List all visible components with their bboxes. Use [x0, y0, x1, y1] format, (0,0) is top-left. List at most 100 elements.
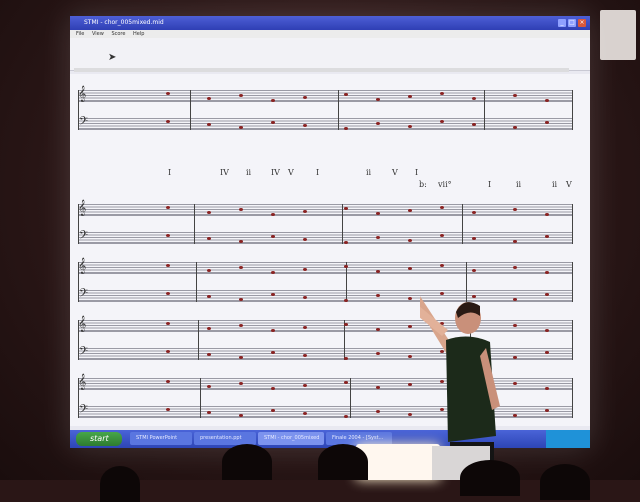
note-head: [166, 92, 170, 95]
menu-view[interactable]: View: [92, 31, 104, 37]
note-head: [303, 210, 307, 213]
system-tray: [546, 430, 590, 448]
measure-barline: [462, 204, 463, 244]
note-head: [440, 206, 444, 209]
note-head: [207, 237, 211, 240]
taskbar-item[interactable]: STMI - chor_005mixed: [258, 432, 324, 445]
note-head: [545, 329, 549, 332]
measure-barline: [196, 262, 197, 302]
note-head: [207, 269, 211, 272]
mouse-cursor-icon: ➤: [108, 52, 117, 63]
measure-barline: [572, 378, 573, 418]
analysis-label: V: [392, 168, 398, 177]
note-head: [545, 387, 549, 390]
note-head: [513, 382, 517, 385]
menu-file[interactable]: File: [76, 31, 84, 37]
measure-barline: [572, 204, 573, 244]
note-head: [303, 384, 307, 387]
note-head: [545, 99, 549, 102]
measure-barline: [572, 90, 573, 130]
laptop-screen-glow: [356, 444, 440, 480]
measure-barline: [194, 204, 195, 244]
note-head: [440, 92, 444, 95]
analysis-label: I: [488, 180, 492, 189]
note-head: [271, 213, 275, 216]
audience-head: [540, 464, 590, 500]
close-icon[interactable]: ×: [578, 19, 586, 27]
note-head: [166, 292, 170, 295]
audience-head: [460, 460, 520, 496]
note-head: [239, 266, 243, 269]
note-head: [271, 121, 275, 124]
note-head: [513, 126, 517, 129]
note-head: [239, 324, 243, 327]
note-head: [166, 234, 170, 237]
note-head: [344, 207, 348, 210]
bass-clef-icon: 𝄢: [79, 287, 89, 303]
analysis-label: ii: [552, 180, 558, 189]
note-head: [408, 239, 412, 242]
treble-clef-icon: 𝄞: [78, 316, 87, 332]
taskbar-item[interactable]: STMI PowerPoint: [130, 432, 192, 445]
note-head: [513, 94, 517, 97]
analysis-label: vii°: [438, 180, 452, 189]
menu-bar: File View Score Help: [70, 30, 590, 38]
analysis-label: IV: [271, 168, 280, 177]
bass-staff: [78, 232, 572, 244]
note-head: [271, 293, 275, 296]
analysis-label: V: [566, 180, 572, 189]
treble-clef-icon: 𝄞: [78, 200, 87, 216]
measure-barline: [190, 90, 191, 130]
note-head: [376, 98, 380, 101]
minimize-icon[interactable]: _: [558, 19, 566, 27]
analysis-label: ii: [516, 180, 522, 189]
note-head: [408, 325, 412, 328]
note-head: [239, 208, 243, 211]
note-head: [376, 352, 380, 355]
horizontal-scrollbar[interactable]: [74, 68, 569, 72]
note-head: [344, 323, 348, 326]
note-head: [408, 297, 412, 300]
note-head: [408, 267, 412, 270]
note-head: [376, 294, 380, 297]
start-button[interactable]: start: [76, 432, 122, 446]
note-head: [344, 299, 348, 302]
score-view: I IV ii IV V I ii V I I ii ii V b: vii° …: [70, 74, 590, 426]
bass-clef-icon: 𝄢: [79, 345, 89, 361]
toolbar-area: [70, 38, 590, 71]
maximize-icon[interactable]: □: [568, 19, 576, 27]
note-head: [545, 351, 549, 354]
note-head: [344, 93, 348, 96]
note-head: [513, 414, 517, 417]
note-head: [239, 298, 243, 301]
measure-barline: [572, 320, 573, 360]
measure-barline: [338, 90, 339, 130]
menu-score[interactable]: Score: [111, 31, 125, 37]
note-head: [408, 95, 412, 98]
note-head: [545, 121, 549, 124]
audience-head: [318, 444, 368, 480]
bass-clef-icon: 𝄢: [79, 229, 89, 245]
note-head: [376, 270, 380, 273]
measure-barline: [346, 262, 347, 302]
menu-help[interactable]: Help: [133, 31, 144, 37]
note-head: [472, 123, 476, 126]
note-head: [440, 120, 444, 123]
ceiling-projector: [600, 10, 636, 60]
note-head: [166, 322, 170, 325]
note-head: [376, 122, 380, 125]
note-head: [513, 324, 517, 327]
note-head: [408, 209, 412, 212]
note-head: [408, 125, 412, 128]
note-head: [207, 327, 211, 330]
note-head: [376, 328, 380, 331]
note-head: [513, 240, 517, 243]
note-head: [239, 414, 243, 417]
note-head: [408, 383, 412, 386]
note-head: [376, 212, 380, 215]
note-head: [513, 356, 517, 359]
note-head: [440, 234, 444, 237]
treble-staff: [78, 204, 572, 216]
note-head: [271, 329, 275, 332]
note-head: [207, 97, 211, 100]
